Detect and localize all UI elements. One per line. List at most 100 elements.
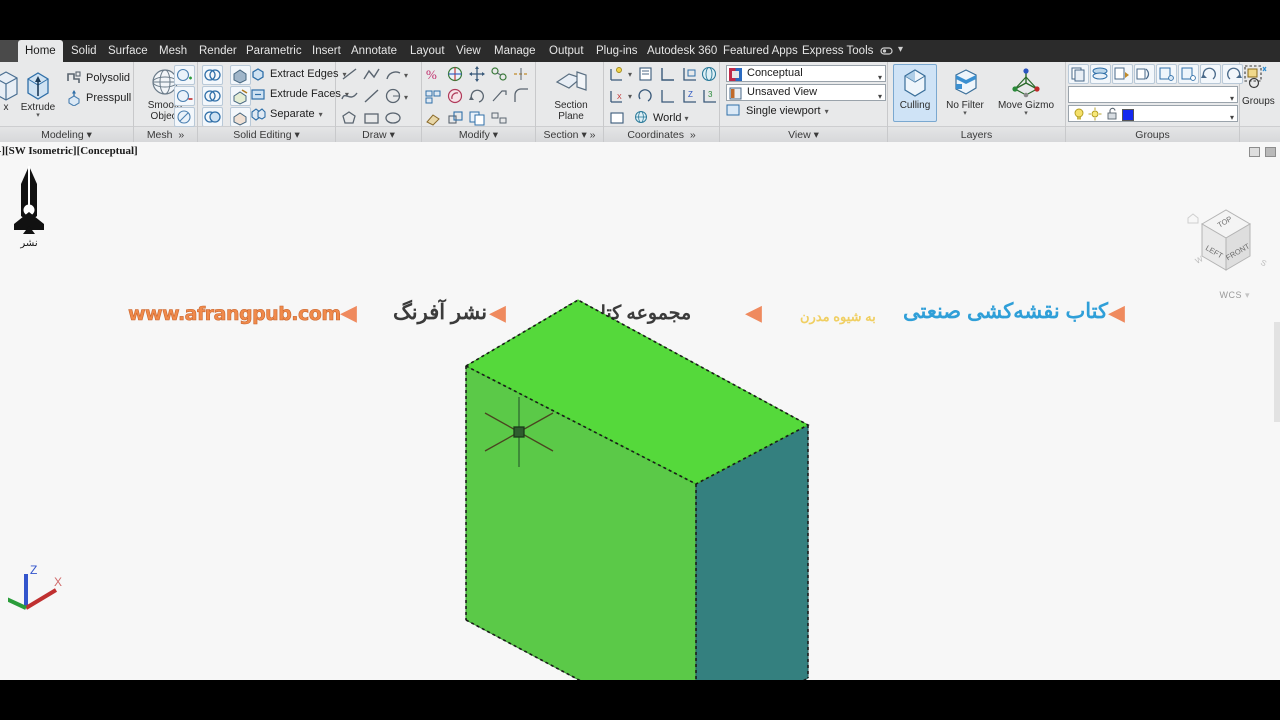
circle-icon[interactable] xyxy=(384,87,405,107)
wcs-selector[interactable]: WCS ▾ xyxy=(1219,290,1250,301)
group-icon[interactable] xyxy=(1243,64,1273,97)
ucs-caret-icon[interactable]: ▾ xyxy=(628,70,632,79)
layer-freeze-icon[interactable] xyxy=(1200,64,1221,84)
subtract-icon[interactable] xyxy=(202,86,223,106)
intersect-icon[interactable] xyxy=(202,107,223,127)
panel-solid-editing-label[interactable]: Solid Editing ▾ xyxy=(198,126,335,142)
layer-caret-icon[interactable]: ▾ xyxy=(1230,110,1234,121)
named-view-caret-icon[interactable]: ▾ xyxy=(878,89,882,100)
drawing-viewport[interactable]: [-][SW Isometric][Conceptual] نشر www.af… xyxy=(0,142,1280,680)
draw-row2-caret-icon[interactable]: ▾ xyxy=(404,93,408,102)
viewport-scrollbar[interactable] xyxy=(1274,322,1280,422)
world-caret-icon[interactable]: ▾ xyxy=(685,114,689,123)
3d-mirror-icon[interactable] xyxy=(512,65,533,85)
viewport-config-combo[interactable]: Single viewport ▾ xyxy=(726,103,829,119)
layer-color-swatch[interactable] xyxy=(1122,109,1134,121)
tab-plugins[interactable]: Plug-ins xyxy=(589,40,645,62)
polysolid-button[interactable]: Polysolid xyxy=(66,70,130,86)
tab-autodesk360[interactable]: Autodesk 360 xyxy=(640,40,724,62)
panel-view-label[interactable]: View ▾ xyxy=(720,126,887,142)
layer-match-icon[interactable] xyxy=(1134,64,1155,84)
arc-icon[interactable] xyxy=(384,65,405,85)
panel-mesh-label[interactable]: Mesh » xyxy=(134,126,197,142)
tab-layout[interactable]: Layout xyxy=(403,40,452,62)
ucs-x-caret-icon[interactable]: ▾ xyxy=(628,92,632,101)
named-view-combo[interactable]: Unsaved View ▾ xyxy=(726,84,886,101)
tab-view[interactable]: View xyxy=(449,40,488,62)
ribbon-overflow-icon[interactable] xyxy=(880,44,894,58)
tab-manage[interactable]: Manage xyxy=(487,40,543,62)
separate-caret-icon[interactable]: ▾ xyxy=(319,110,323,119)
union-icon[interactable] xyxy=(202,65,223,85)
visual-style-combo[interactable]: Conceptual ▾ xyxy=(726,65,886,82)
trim-icon[interactable] xyxy=(490,87,511,107)
move-gizmo-dropdown-icon[interactable]: ▾ xyxy=(992,110,1060,117)
layer-thaw-sun-icon[interactable] xyxy=(1088,107,1102,121)
layer-state-caret-icon[interactable]: ▾ xyxy=(1230,91,1234,102)
tab-solid[interactable]: Solid xyxy=(64,40,104,62)
ucs-icon[interactable] xyxy=(608,65,629,85)
ucs-face-icon[interactable] xyxy=(700,65,721,85)
extrude-button[interactable]: Extrude ▾ xyxy=(12,68,64,119)
layer-combo[interactable]: ▾ xyxy=(1068,105,1238,122)
panel-modify-label[interactable]: Modify ▾ xyxy=(422,126,535,142)
layer-state-combo[interactable]: ▾ xyxy=(1068,86,1238,103)
wcs-caret-icon[interactable]: ▾ xyxy=(1245,290,1250,300)
mesh-tools-icon-2[interactable] xyxy=(174,86,195,106)
tab-express-tools[interactable]: Express Tools xyxy=(795,40,880,62)
layer-isolate-icon[interactable] xyxy=(1156,64,1177,84)
move-gizmo-button[interactable]: Move Gizmo ▾ xyxy=(992,66,1060,117)
3d-array-icon[interactable] xyxy=(424,87,445,107)
layer-properties-icon[interactable] xyxy=(1068,64,1089,84)
panel-selection-label[interactable]: Layers xyxy=(888,126,1065,142)
tab-render[interactable]: Render xyxy=(192,40,244,62)
ucs-3point-icon[interactable]: 3 xyxy=(700,87,721,107)
ucs-origin-icon[interactable] xyxy=(658,87,679,107)
culling-button[interactable]: Culling xyxy=(889,66,941,111)
polyline-icon[interactable] xyxy=(362,65,383,85)
ucs-named-icon[interactable] xyxy=(636,65,657,85)
solid-edit-icon-1[interactable] xyxy=(230,65,251,85)
tab-surface[interactable]: Surface xyxy=(101,40,155,62)
ribbon-overflow-caret-icon[interactable]: ▾ xyxy=(898,44,903,58)
solid-edit-icon-3[interactable] xyxy=(230,107,251,127)
mesh-tools-icon-3[interactable] xyxy=(174,107,195,127)
tab-featured-apps[interactable]: Featured Apps xyxy=(716,40,805,62)
no-filter-button[interactable]: No Filter ▾ xyxy=(936,66,994,117)
separate-button[interactable]: Separate ▾ xyxy=(250,106,323,122)
layer-on-icon[interactable] xyxy=(1072,107,1086,121)
ucs-x-rotate-icon[interactable]: X xyxy=(608,87,629,107)
3d-rotate-icon[interactable] xyxy=(446,65,467,85)
ray-icon[interactable] xyxy=(362,87,383,107)
slice-icon[interactable]: % xyxy=(424,65,445,85)
no-filter-dropdown-icon[interactable]: ▾ xyxy=(936,110,994,117)
panel-layers-label[interactable]: Groups xyxy=(1066,126,1239,142)
ucs-world-icon[interactable] xyxy=(658,65,679,85)
panel-draw-label[interactable]: Draw ▾ xyxy=(336,126,421,142)
viewport-config-caret-icon[interactable]: ▾ xyxy=(825,107,829,116)
mesh-tools-icon-1[interactable] xyxy=(174,65,195,85)
extrude-dropdown-icon[interactable]: ▾ xyxy=(12,112,64,119)
tab-parametric[interactable]: Parametric xyxy=(239,40,309,62)
ucs-previous-icon[interactable] xyxy=(636,87,657,107)
layer-unisolate-icon[interactable] xyxy=(1178,64,1199,84)
application-menu-corner[interactable] xyxy=(0,40,20,62)
spline-icon[interactable] xyxy=(340,87,361,107)
tab-insert[interactable]: Insert xyxy=(305,40,348,62)
tab-home[interactable]: Home xyxy=(18,40,63,62)
rotate-icon[interactable] xyxy=(468,87,489,107)
tab-output[interactable]: Output xyxy=(542,40,591,62)
layer-merge-icon[interactable] xyxy=(1090,64,1111,84)
line-icon[interactable] xyxy=(340,65,361,85)
fillet-edge-icon[interactable] xyxy=(446,87,467,107)
tab-annotate[interactable]: Annotate xyxy=(344,40,404,62)
panel-groups-label[interactable] xyxy=(1240,126,1280,142)
solid-edit-icon-2[interactable] xyxy=(230,86,251,106)
ucs-z-icon[interactable]: Z xyxy=(680,87,701,107)
section-plane-button[interactable]: Section Plane xyxy=(542,66,600,122)
panel-section-label[interactable]: Section ▾ » xyxy=(536,126,603,142)
tab-mesh[interactable]: Mesh xyxy=(152,40,194,62)
panel-coordinates-label[interactable]: Coordinates » xyxy=(604,126,719,142)
3d-box-solid[interactable] xyxy=(0,142,1280,680)
3d-align-icon[interactable] xyxy=(490,65,511,85)
